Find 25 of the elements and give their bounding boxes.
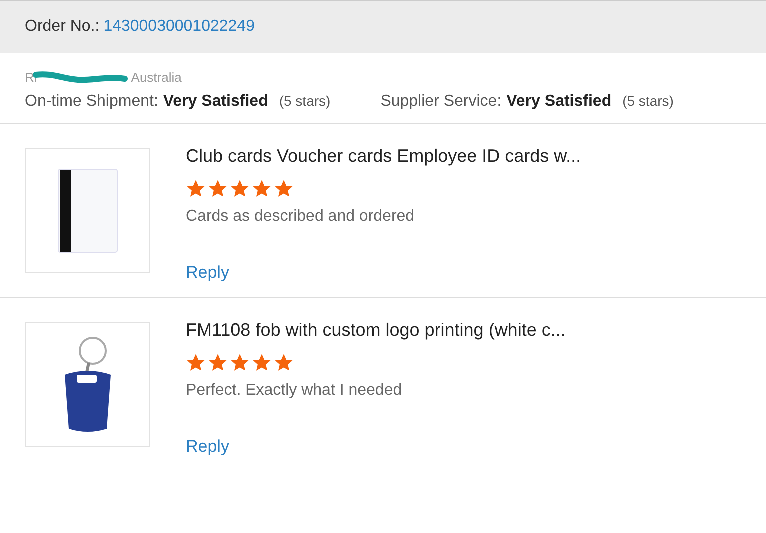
rating-stars-count: (5 stars) [622, 93, 674, 109]
star-icon [252, 353, 272, 373]
review-comment: Perfect. Exactly what I needed [186, 382, 404, 400]
rating-value: Very Satisfied [163, 93, 268, 111]
reply-link[interactable]: Reply [186, 263, 230, 283]
reviewer-country: Australia [131, 70, 182, 84]
reply-link[interactable]: Reply [186, 437, 230, 457]
star-icon [230, 179, 250, 199]
rating-stars-count: (5 stars) [279, 93, 331, 109]
rating-label: On-time Shipment: [25, 93, 158, 111]
product-title: Club cards Voucher cards Employee ID cards w... [186, 146, 582, 167]
star-icon [274, 179, 294, 199]
product-title: FM1108 fob with custom logo printing (white c... [186, 320, 566, 341]
star-icon [274, 353, 294, 373]
star-icon [208, 353, 228, 373]
star-icon [186, 179, 206, 199]
star-icon [252, 179, 272, 199]
star-icon [208, 179, 228, 199]
review-comment: Cards as described and ordered [186, 208, 416, 226]
star-icon [186, 353, 206, 373]
order-number-link[interactable]: 14300030001022249 [104, 18, 255, 36]
order-label: Order No.: [25, 18, 100, 36]
rating-value: Very Satisfied [506, 93, 612, 111]
star-icon [230, 353, 250, 373]
rating-label: Supplier Service: [380, 93, 502, 111]
